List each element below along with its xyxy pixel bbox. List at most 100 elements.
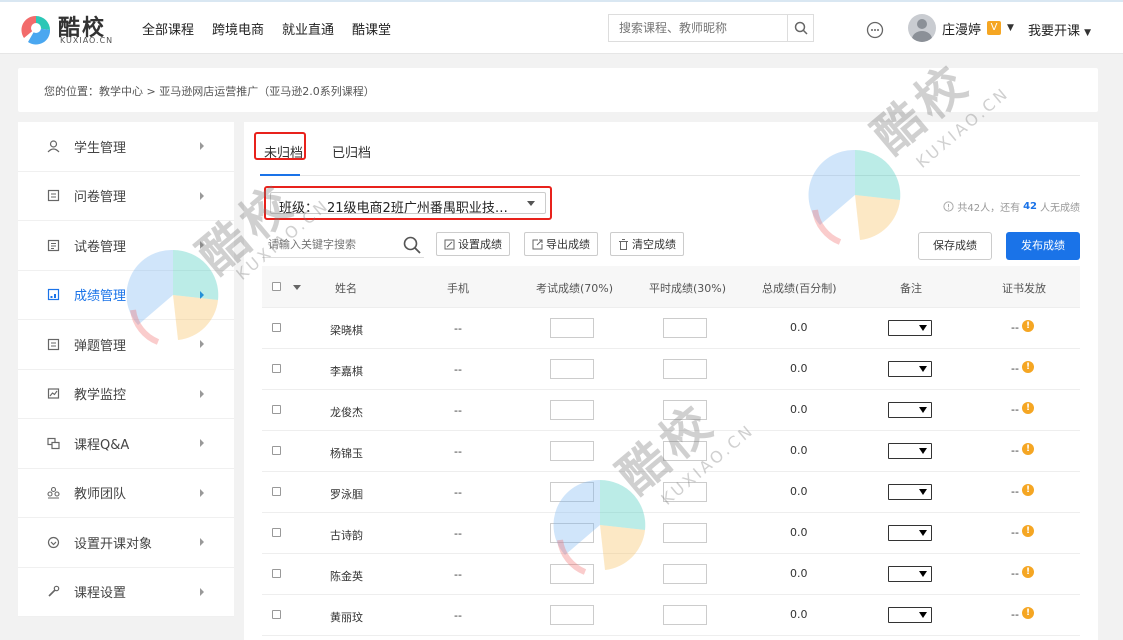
warning-icon[interactable]: !	[1022, 484, 1034, 496]
sidebar-item-quiz[interactable]: 弹题管理	[18, 320, 234, 370]
remark-select[interactable]	[888, 607, 932, 623]
usual-score-input[interactable]	[663, 441, 707, 461]
row-checkbox[interactable]	[272, 446, 281, 455]
chevron-right-icon	[200, 340, 204, 348]
tab-archived[interactable]: 已归档	[332, 142, 371, 161]
row-checkbox[interactable]	[272, 569, 281, 578]
usual-score-input[interactable]	[663, 400, 707, 420]
sidebar-item-settings[interactable]: 课程设置	[18, 568, 234, 617]
search-box	[608, 14, 814, 42]
start-teaching-menu[interactable]: 我要开课 ▼	[1028, 20, 1091, 39]
warning-icon[interactable]: !	[1022, 607, 1034, 619]
target-icon	[46, 535, 60, 549]
row-checkbox[interactable]	[272, 528, 281, 537]
warning-icon[interactable]: !	[1022, 402, 1034, 414]
edit-icon	[444, 239, 455, 249]
warning-icon[interactable]: !	[1022, 443, 1034, 455]
student-name: 陈金英	[330, 570, 363, 583]
sidebar-item-team[interactable]: 教师团队	[18, 469, 234, 518]
row-checkbox[interactable]	[272, 323, 281, 332]
nav-employment[interactable]: 就业直通	[282, 19, 334, 38]
search-input[interactable]	[609, 15, 787, 41]
user-menu[interactable]: 庄漫婷 V ▼	[908, 14, 1014, 42]
usual-score-input[interactable]	[663, 564, 707, 584]
warning-icon[interactable]: !	[1022, 320, 1034, 332]
sidebar-item-target[interactable]: 设置开课对象	[18, 518, 234, 568]
remark-select[interactable]	[888, 320, 932, 336]
publish-grade-button[interactable]: 发布成绩	[1006, 232, 1080, 260]
grade-table: 姓名 手机 考试成绩(70%) 平时成绩(30%) 总成绩(百分制) 备注 证书…	[262, 266, 1080, 636]
top-navbar: 酷校 KUXIAO.CN 全部课程 跨境电商 就业直通 酷课堂 庄漫婷 V ▼ …	[0, 0, 1123, 54]
save-grade-button[interactable]: 保存成绩	[918, 232, 992, 260]
sidebar-item-exams[interactable]: 试卷管理	[18, 221, 234, 271]
row-checkbox[interactable]	[272, 610, 281, 619]
remark-select[interactable]	[888, 525, 932, 541]
remark-select[interactable]	[888, 402, 932, 418]
warning-icon[interactable]: !	[1022, 525, 1034, 537]
exam-score-input[interactable]	[550, 318, 594, 338]
student-phone: --	[454, 486, 462, 499]
exam-score-input[interactable]	[550, 359, 594, 379]
column-header-name: 姓名	[335, 282, 357, 295]
sidebar-item-surveys[interactable]: 问卷管理	[18, 172, 234, 221]
sidebar-item-grades[interactable]: 成绩管理	[18, 271, 234, 320]
sidebar-item-label: 教师团队	[74, 487, 127, 503]
sidebar-item-label: 成绩管理	[74, 289, 127, 305]
table-row: 杨锦玉 -- 0.0 -- !	[262, 431, 1080, 472]
logo[interactable]: 酷校 KUXIAO.CN	[18, 8, 118, 50]
cert-status: --	[1011, 608, 1019, 621]
search-icon[interactable]	[402, 235, 422, 255]
grade-summary: 共42人，还有 42 人无成绩	[943, 199, 1080, 214]
message-icon[interactable]	[866, 21, 884, 39]
class-select[interactable]: 班级： 21级电商2班广州番禺职业技…	[270, 192, 546, 216]
warning-icon[interactable]: !	[1022, 361, 1034, 373]
exam-score-input[interactable]	[550, 441, 594, 461]
total-score: 0.0	[790, 608, 808, 621]
exam-score-input[interactable]	[550, 400, 594, 420]
keyword-input[interactable]	[262, 232, 394, 256]
row-checkbox[interactable]	[272, 364, 281, 373]
export-grade-label: 导出成绩	[546, 238, 590, 251]
usual-score-input[interactable]	[663, 359, 707, 379]
search-button[interactable]	[787, 15, 813, 41]
sidebar-item-qa[interactable]: 课程Q&A	[18, 419, 234, 469]
exam-score-input[interactable]	[550, 564, 594, 584]
chevron-down-icon: ▼	[1084, 28, 1092, 38]
usual-score-input[interactable]	[663, 318, 707, 338]
select-all-checkbox[interactable]	[272, 282, 281, 291]
nav-cross-border[interactable]: 跨境电商	[212, 19, 264, 38]
row-checkbox[interactable]	[272, 487, 281, 496]
export-grade-button[interactable]: 导出成绩	[524, 232, 598, 256]
remark-select[interactable]	[888, 484, 932, 500]
cert-status: --	[1011, 321, 1019, 334]
table-row: 陈金英 -- 0.0 -- !	[262, 554, 1080, 595]
chevron-down-icon[interactable]	[293, 285, 301, 290]
usual-score-input[interactable]	[663, 605, 707, 625]
row-checkbox[interactable]	[272, 405, 281, 414]
exam-score-input[interactable]	[550, 523, 594, 543]
cert-status: --	[1011, 362, 1019, 375]
clear-grade-button[interactable]: 清空成绩	[610, 232, 684, 256]
highlight-box-class: 班级： 21级电商2班广州番禺职业技…	[264, 186, 552, 220]
export-icon	[532, 239, 543, 249]
summary-prefix: 共42人，还有	[957, 203, 1021, 214]
clear-grade-label: 清空成绩	[632, 238, 676, 251]
nav-all-courses[interactable]: 全部课程	[142, 19, 194, 38]
remark-select[interactable]	[888, 361, 932, 377]
nav-classroom[interactable]: 酷课堂	[352, 19, 391, 38]
student-phone: --	[454, 322, 462, 335]
remark-select[interactable]	[888, 443, 932, 459]
sidebar-item-monitor[interactable]: 教学监控	[18, 370, 234, 419]
usual-score-input[interactable]	[663, 482, 707, 502]
usual-score-input[interactable]	[663, 523, 707, 543]
warning-icon[interactable]: !	[1022, 566, 1034, 578]
total-score: 0.0	[790, 321, 808, 334]
set-grade-button[interactable]: 设置成绩	[436, 232, 510, 256]
exam-score-input[interactable]	[550, 605, 594, 625]
exam-score-input[interactable]	[550, 482, 594, 502]
sidebar-item-students[interactable]: 学生管理	[18, 122, 234, 172]
breadcrumb[interactable]: 您的位置：教学中心 > 亚马逊网店运营推广（亚马逊2.0系列课程）	[44, 83, 375, 99]
chevron-right-icon	[200, 389, 204, 398]
main-nav: 全部课程 跨境电商 就业直通 酷课堂	[142, 19, 391, 38]
remark-select[interactable]	[888, 566, 932, 582]
